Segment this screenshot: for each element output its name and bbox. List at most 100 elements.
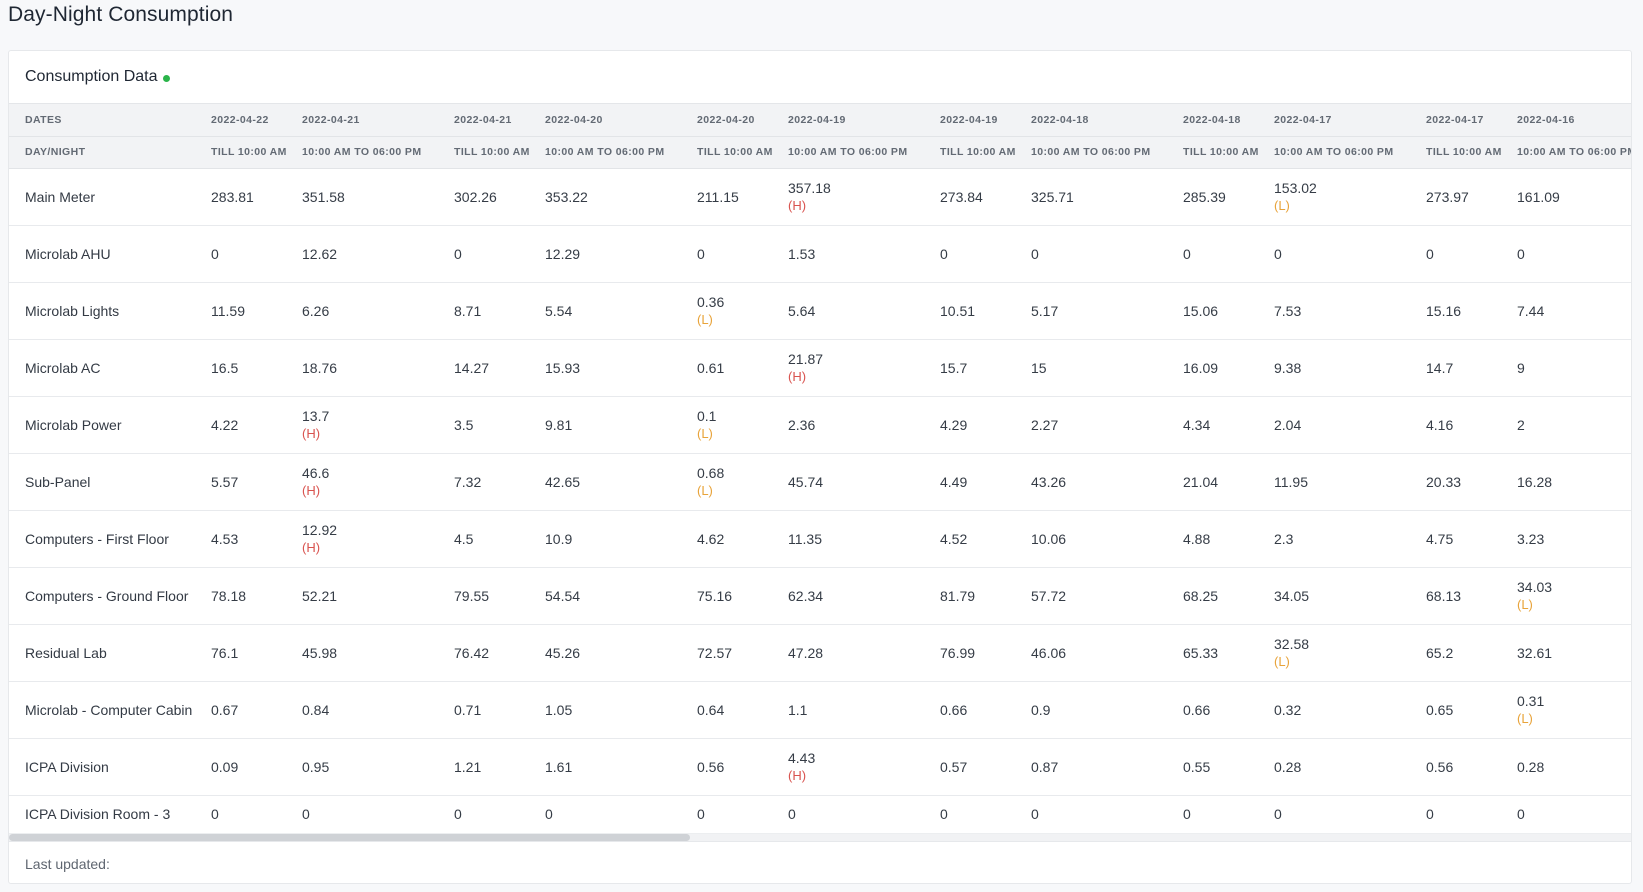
consumption-cell: 21.04	[1175, 453, 1266, 511]
consumption-cell: 15.16	[1418, 282, 1509, 340]
consumption-cell: 273.84	[932, 168, 1023, 226]
consumption-table: DATES 2022-04-22 2022-04-21 2022-04-21 2022…	[9, 104, 1631, 833]
column-period-header: 10:00 AM TO 06:00 PM	[780, 136, 932, 169]
consumption-value: 11.59	[211, 302, 245, 319]
horizontal-scrollbar[interactable]	[9, 833, 1631, 842]
consumption-cell: 13.7 (H)	[294, 396, 446, 454]
column-period-header: TILL 10:00 AM	[446, 136, 537, 169]
column-period-header: TILL 10:00 AM	[203, 136, 294, 169]
table-row: Microlab AC 16.5 18.76 14.27 15.93 0.61 21.87(…	[9, 339, 1631, 397]
consumption-cell: 325.71	[1023, 168, 1175, 226]
consumption-value: 0	[1274, 245, 1282, 262]
consumption-cell: 4.49	[932, 453, 1023, 511]
column-period-header: 10:00 AM TO 06:00 PM	[1266, 136, 1418, 169]
consumption-value: 0.71	[454, 701, 482, 718]
consumption-cell: 43.26	[1023, 453, 1175, 511]
consumption-cell: 16.28	[1509, 453, 1631, 511]
consumption-value: 4.29	[940, 416, 968, 433]
consumption-cell: 2	[1509, 396, 1631, 454]
meter-name: ICPA Division Room - 3	[25, 806, 171, 823]
consumption-cell: 0.84	[294, 681, 446, 739]
column-date-header: 2022-04-20	[537, 104, 689, 137]
consumption-cell: 7.44	[1509, 282, 1631, 340]
low-flag: (L)	[1274, 197, 1290, 213]
consumption-cell: 0.36 (L)	[689, 282, 780, 340]
consumption-cell: 12.29	[537, 225, 689, 283]
consumption-value: 62.34	[788, 587, 824, 604]
meter-name: ICPA Division	[9, 738, 203, 796]
consumption-cell: 0.32	[1266, 681, 1418, 739]
consumption-value: 0.31	[1517, 692, 1545, 709]
column-date-header: 2022-04-19	[780, 104, 932, 137]
consumption-cell: 6.26	[294, 282, 446, 340]
consumption-cell: 0.28	[1509, 738, 1631, 796]
consumption-cell: 34.03 (L)	[1509, 567, 1631, 625]
consumption-value: 0.66	[1183, 701, 1211, 718]
consumption-value: 4.75	[1426, 530, 1454, 547]
column-date-header: 2022-04-19	[932, 104, 1023, 137]
header-row-period: DAY/NIGHT TILL 10:00 AM 10:00 AM TO 06:00…	[9, 136, 1631, 169]
consumption-cell: 4.88	[1175, 510, 1266, 568]
consumption-value: 54.54	[545, 587, 581, 604]
consumption-cell: 57.72	[1023, 567, 1175, 625]
consumption-value: 79.55	[454, 587, 490, 604]
consumption-cell: 68.13	[1418, 567, 1509, 625]
consumption-cell: 0	[1509, 795, 1631, 833]
consumption-cell: 46.06	[1023, 624, 1175, 682]
consumption-value: 15.06	[1183, 302, 1219, 319]
column-period-header: TILL 10:00 AM	[932, 136, 1023, 169]
consumption-value: 0	[940, 806, 948, 823]
consumption-value: 4.16	[1426, 416, 1454, 433]
consumption-cell: 76.99	[932, 624, 1023, 682]
high-flag: (H)	[788, 197, 807, 213]
low-flag: (L)	[697, 311, 713, 327]
consumption-cell: 65.33	[1175, 624, 1266, 682]
consumption-value: 15	[1031, 359, 1047, 376]
meter-name: Microlab Power	[9, 396, 203, 454]
column-period-header: 10:00 AM TO 06:00 PM	[537, 136, 689, 169]
consumption-cell: 0.9	[1023, 681, 1175, 739]
table-row: Computers - Ground Floor 78.18 52.21 79.55 5…	[9, 567, 1631, 625]
consumption-cell: 5.54	[537, 282, 689, 340]
consumption-cell: 0.09	[203, 738, 294, 796]
scrollbar-thumb[interactable]	[9, 834, 691, 841]
consumption-cell: 4.43 (H)	[780, 738, 932, 796]
consumption-cell: 62.34	[780, 567, 932, 625]
consumption-value: 5.57	[211, 473, 239, 490]
low-flag: (L)	[697, 482, 713, 498]
consumption-value: 2.04	[1274, 416, 1302, 433]
consumption-cell: 45.74	[780, 453, 932, 511]
high-flag: (H)	[302, 539, 321, 555]
consumption-cell: 3.5	[446, 396, 537, 454]
consumption-value: 21.04	[1183, 473, 1219, 490]
consumption-cell: 78.18	[203, 567, 294, 625]
consumption-cell: 32.61	[1509, 624, 1631, 682]
consumption-value: 153.02	[1274, 179, 1317, 196]
consumption-value: 72.57	[697, 644, 733, 661]
consumption-cell: 4.53	[203, 510, 294, 568]
consumption-value: 65.33	[1183, 644, 1219, 661]
consumption-value: 4.22	[211, 416, 239, 433]
consumption-cell: 5.17	[1023, 282, 1175, 340]
table-scroll-area[interactable]: DATES 2022-04-22 2022-04-21 2022-04-21 2022…	[9, 104, 1631, 833]
consumption-value: 46.06	[1031, 644, 1067, 661]
consumption-cell: 11.59	[203, 282, 294, 340]
consumption-cell: 1.21	[446, 738, 537, 796]
table-row: Main Meter 283.81 351.58 302.26 353.22 211.15…	[9, 168, 1631, 226]
consumption-value: 45.98	[302, 644, 338, 661]
consumption-cell: 0.56	[689, 738, 780, 796]
consumption-value: 7.44	[1517, 302, 1545, 319]
consumption-value: 0.9	[1031, 701, 1051, 718]
consumption-value: 13.7	[302, 407, 330, 424]
consumption-cell: 12.62	[294, 225, 446, 283]
consumption-cell: 11.35	[780, 510, 932, 568]
consumption-value: 0.56	[697, 758, 725, 775]
consumption-cell: 68.25	[1175, 567, 1266, 625]
consumption-cell: 7.32	[446, 453, 537, 511]
consumption-cell: 76.1	[203, 624, 294, 682]
consumption-value: 1.05	[545, 701, 573, 718]
consumption-cell: 0	[1175, 795, 1266, 833]
meter-name: Microlab AC	[9, 339, 203, 397]
consumption-value: 3.23	[1517, 530, 1545, 547]
column-period-header: TILL 10:00 AM	[689, 136, 780, 169]
